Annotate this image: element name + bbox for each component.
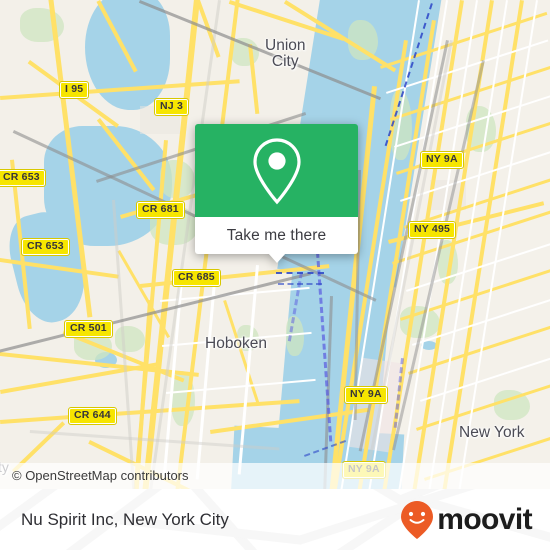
map-park-d bbox=[115, 326, 145, 352]
map-attribution-text[interactable]: © OpenStreetMap contributors bbox=[12, 468, 189, 483]
place-label-new-york: New York bbox=[459, 424, 525, 441]
map-pin-icon bbox=[252, 137, 301, 204]
place-label-union-city-line2: City bbox=[271, 53, 299, 70]
moovit-smiley-pin-icon bbox=[401, 500, 434, 539]
map-attribution-bar: © OpenStreetMap contributors bbox=[0, 463, 550, 489]
location-callout-card[interactable]: Take me there bbox=[195, 124, 358, 263]
map-screenshot: Union City Hoboken New York ty I 95 NJ 3… bbox=[0, 0, 550, 550]
place-label-union-city-line1: Union bbox=[265, 37, 306, 54]
card-header bbox=[195, 124, 358, 217]
road-shield-cr681: CR 681 bbox=[136, 201, 185, 219]
road-shield-cr644: CR 644 bbox=[68, 407, 117, 425]
road-shield-cr653-south: CR 653 bbox=[21, 238, 70, 256]
road-shield-i95: I 95 bbox=[58, 81, 90, 99]
place-label-hoboken: Hoboken bbox=[205, 335, 268, 352]
map-ferry-route-cross-a bbox=[276, 272, 324, 274]
moovit-logo[interactable]: moovit bbox=[400, 500, 533, 540]
road-shield-cr685: CR 685 bbox=[172, 269, 221, 287]
card-action-row[interactable]: Take me there bbox=[195, 217, 358, 263]
road-shield-ny495: NY 495 bbox=[407, 221, 457, 239]
footer-location-title: Nu Spirit Inc, New York City bbox=[21, 509, 229, 529]
road-shield-cr653-north: CR 653 bbox=[0, 169, 46, 187]
road-shield-cr501: CR 501 bbox=[64, 320, 113, 338]
road-shield-nj3: NJ 3 bbox=[154, 98, 189, 116]
card-pointer-tip bbox=[267, 253, 286, 263]
map-ferry-route-cross-b bbox=[278, 283, 322, 285]
road-shield-ny9a-north: NY 9A bbox=[420, 151, 464, 169]
moovit-wordmark: moovit bbox=[437, 502, 532, 536]
take-me-there-button[interactable]: Take me there bbox=[227, 227, 327, 245]
road-shield-ny9a-mid: NY 9A bbox=[344, 386, 388, 404]
place-label-union-city: Union City bbox=[265, 38, 306, 70]
footer-bar: Nu Spirit Inc, New York City moovit bbox=[0, 489, 550, 550]
